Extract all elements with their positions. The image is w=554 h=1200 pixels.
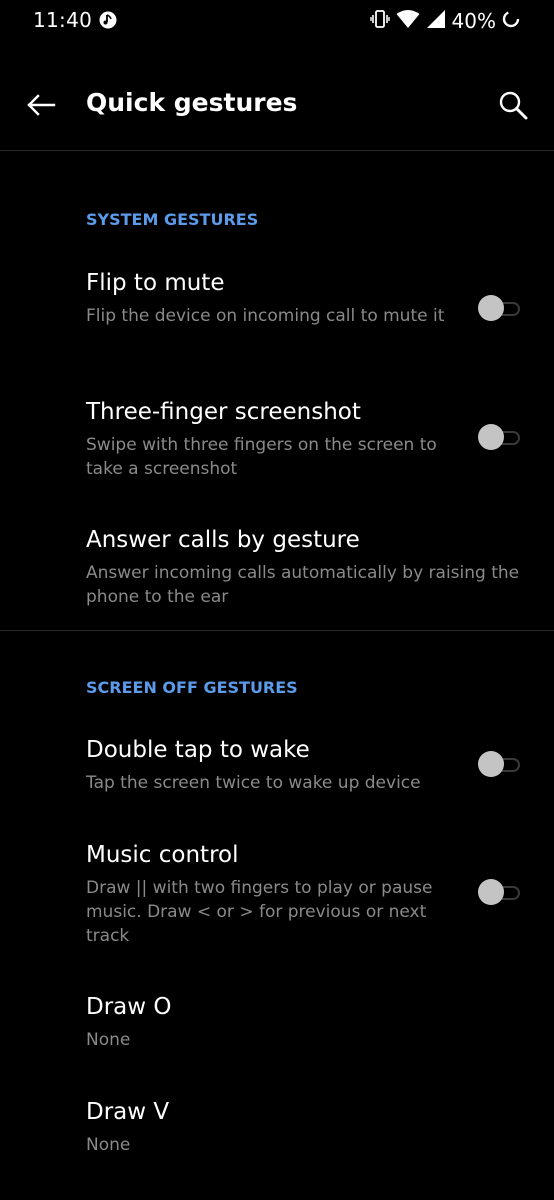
toggle-thumb [478, 424, 504, 450]
status-icons: 40% [369, 8, 520, 34]
setting-row-draw-o[interactable]: Draw O None [0, 994, 554, 1064]
setting-summary: Draw || with two fingers to play or paus… [86, 878, 433, 946]
music-note-icon [99, 11, 117, 29]
section-header-screen-off-gestures: SCREEN OFF GESTURES [86, 678, 298, 697]
search-button[interactable] [494, 86, 532, 124]
setting-row-double-tap-to-wake[interactable]: Double tap to wake Tap the screen twice … [0, 737, 554, 807]
status-time: 11:40 [33, 8, 93, 32]
setting-summary: None [86, 1030, 131, 1050]
battery-saver-icon [502, 10, 520, 32]
toggle-thumb [478, 751, 504, 777]
setting-title: Answer calls by gesture [86, 527, 360, 553]
vibrate-icon [369, 8, 390, 34]
toggle-thumb [478, 879, 504, 905]
setting-title: Three-finger screenshot [86, 399, 361, 425]
page-title: Quick gestures [86, 88, 298, 117]
section-header-system-gestures: SYSTEM GESTURES [86, 210, 259, 229]
status-bar: 11:40 40% [0, 0, 554, 44]
setting-summary: None [86, 1135, 131, 1155]
setting-row-answer-calls-by-gesture[interactable]: Answer calls by gesture Answer incoming … [0, 527, 554, 617]
setting-title: Draw V [86, 1099, 170, 1125]
setting-summary: Swipe with three fingers on the screen t… [86, 435, 437, 479]
setting-row-three-finger-screenshot[interactable]: Three-finger screenshot Swipe with three… [0, 399, 554, 499]
setting-title: Double tap to wake [86, 737, 310, 763]
setting-row-draw-v[interactable]: Draw V None [0, 1099, 554, 1169]
setting-row-flip-to-mute[interactable]: Flip to mute Flip the device on incoming… [0, 270, 554, 370]
setting-title: Music control [86, 842, 239, 868]
music-control-toggle[interactable] [476, 879, 524, 905]
setting-row-music-control[interactable]: Music control Draw || with two fingers t… [0, 842, 554, 952]
wifi-icon [396, 9, 420, 33]
back-button[interactable] [22, 86, 60, 124]
battery-percent: 40% [451, 9, 496, 33]
double-tap-to-wake-toggle[interactable] [476, 751, 524, 777]
toggle-thumb [478, 295, 504, 321]
divider [0, 630, 554, 631]
divider [0, 150, 554, 151]
setting-summary: Tap the screen twice to wake up device [86, 773, 421, 793]
app-bar: Quick gestures [0, 60, 554, 150]
setting-summary: Flip the device on incoming call to mute… [86, 306, 445, 326]
setting-title: Flip to mute [86, 270, 225, 296]
flip-to-mute-toggle[interactable] [476, 295, 524, 321]
arrow-left-icon [27, 94, 56, 116]
setting-summary: Answer incoming calls automatically by r… [86, 563, 520, 607]
setting-title: Draw O [86, 994, 172, 1020]
search-icon [499, 91, 528, 120]
signal-icon [426, 9, 446, 33]
three-finger-screenshot-toggle[interactable] [476, 424, 524, 450]
